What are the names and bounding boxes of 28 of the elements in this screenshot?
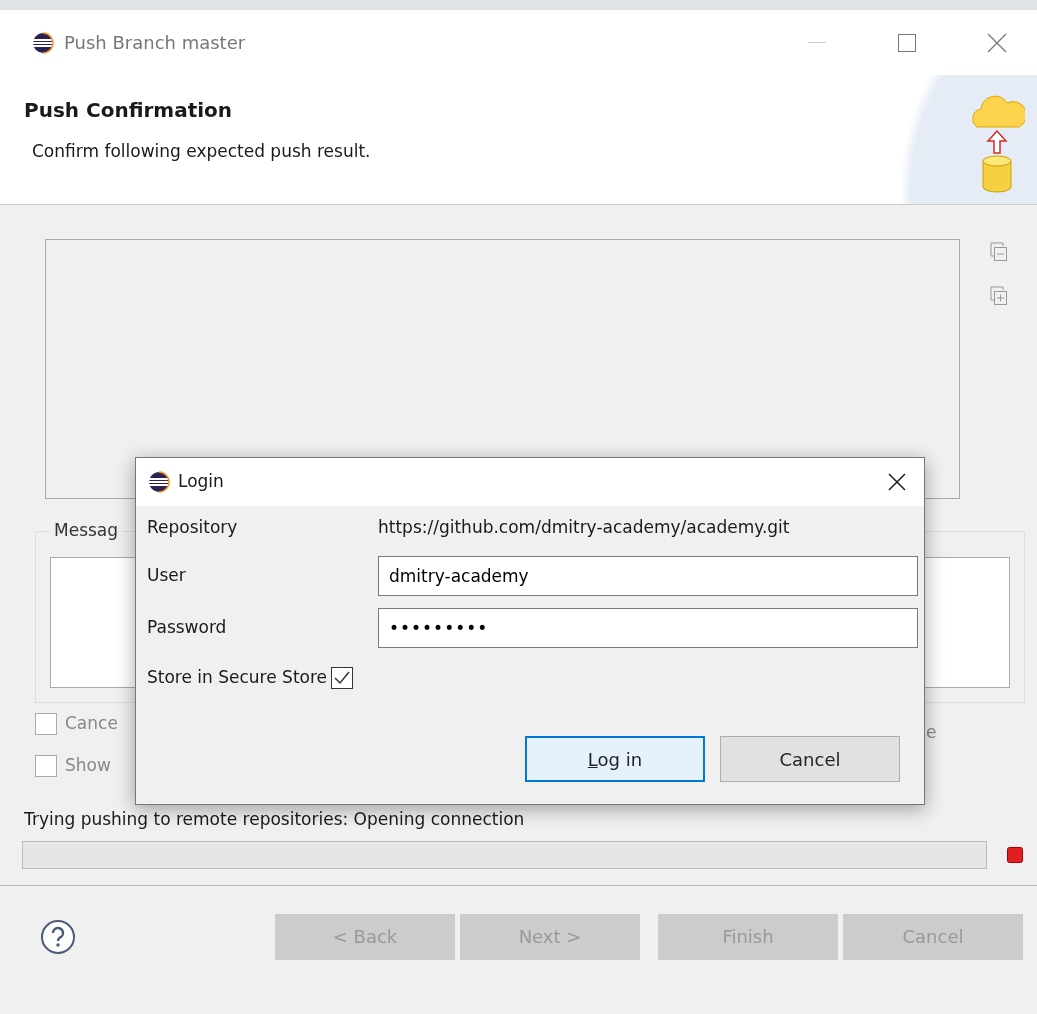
field-label: Repository: [147, 516, 239, 540]
page-title: Push Confirmation: [24, 97, 234, 124]
close-icon[interactable]: [888, 473, 906, 492]
checkbox-label: Store in Secure Store: [147, 666, 328, 690]
checkbox-label: Show: [65, 754, 111, 778]
option-label: e: [926, 721, 937, 744]
dialog-title: Login: [178, 470, 224, 494]
maximize-icon[interactable]: [898, 33, 916, 52]
checkbox[interactable]: [35, 713, 57, 735]
stop-icon[interactable]: [1007, 846, 1023, 863]
collapse-all-icon[interactable]: [990, 242, 1008, 262]
checkbox[interactable]: [35, 755, 57, 777]
eclipse-logo-icon: [32, 31, 54, 54]
dialog-button[interactable]: Log in: [525, 736, 705, 782]
checkbox[interactable]: [331, 667, 354, 689]
expand-all-icon[interactable]: [990, 285, 1008, 306]
eclipse-logo-icon: [148, 471, 170, 493]
help-icon[interactable]: [40, 918, 76, 955]
user-field[interactable]: dmitry-academy: [378, 556, 918, 596]
field-label: Password: [147, 616, 228, 640]
status-text: Trying pushing to remote repositories: Opening connection: [24, 808, 526, 831]
page-description: Confirm following expected push result.: [32, 140, 371, 163]
window-title: Push Branch master: [64, 31, 246, 55]
password-field[interactable]: •••••••••: [378, 608, 918, 648]
checkbox-label: Cance: [65, 712, 118, 736]
dialog-button[interactable]: Cancel: [720, 736, 900, 782]
field-label: User: [147, 564, 187, 588]
repository-url: https://github.com/dmitry-academy/academy.git: [378, 516, 790, 540]
